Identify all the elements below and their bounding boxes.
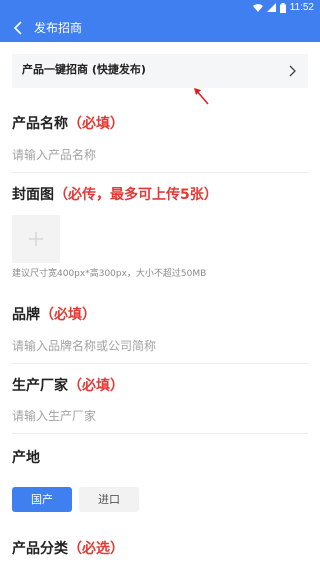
origin-title: 产地	[12, 449, 40, 467]
brand-title: 品牌（必填）	[12, 306, 96, 324]
cover-title: 封面图（必传，最多可上传5张）	[12, 186, 218, 204]
divider	[12, 172, 308, 173]
product-name-label: 产品名称	[12, 116, 68, 132]
origin-option-domestic[interactable]: 国产	[12, 487, 72, 512]
app-bar: 发布招商	[0, 15, 320, 42]
cover-label: 封面图	[12, 187, 54, 203]
product-name-title: 产品名称（必填）	[12, 115, 124, 133]
wifi-icon	[252, 4, 263, 12]
brand-label: 品牌	[12, 307, 40, 323]
cover-required: （必传，最多可上传5张）	[54, 187, 218, 203]
origin-label: 产地	[12, 450, 40, 466]
cover-upload-button[interactable]	[12, 215, 60, 263]
origin-option-imported[interactable]: 进口	[79, 487, 139, 512]
back-arrow-icon[interactable]	[12, 20, 26, 36]
divider	[12, 363, 308, 364]
quick-publish-button[interactable]: 产品一键招商 (快捷发布)	[12, 54, 308, 88]
pointer-arrow-icon	[194, 88, 209, 105]
manufacturer-title: 生产厂家（必填）	[12, 377, 124, 395]
manufacturer-required: （必填）	[68, 378, 124, 394]
chevron-right-icon	[289, 65, 296, 77]
product-name-required: （必填）	[68, 116, 124, 132]
category-label: 产品分类	[12, 541, 68, 557]
status-icons: 11:52	[252, 2, 314, 13]
category-title: 产品分类（必选）	[12, 540, 124, 558]
divider	[12, 433, 308, 434]
page-title: 发布招商	[34, 21, 83, 35]
quick-publish-label: 产品一键招商 (快捷发布)	[22, 63, 146, 76]
plus-icon	[29, 232, 43, 246]
manufacturer-input[interactable]	[12, 407, 308, 425]
signal-icon	[266, 3, 276, 12]
brand-required: （必填）	[40, 307, 96, 323]
status-bar: 11:52	[0, 0, 320, 15]
battery-icon	[279, 2, 286, 13]
status-time: 11:52	[289, 2, 314, 13]
manufacturer-label: 生产厂家	[12, 378, 68, 394]
category-required: （必选）	[68, 541, 124, 557]
product-name-input[interactable]	[12, 146, 308, 164]
cover-size-hint: 建议尺寸宽400px*高300px，大小不超过50MB	[12, 269, 207, 279]
brand-input[interactable]	[12, 337, 308, 355]
